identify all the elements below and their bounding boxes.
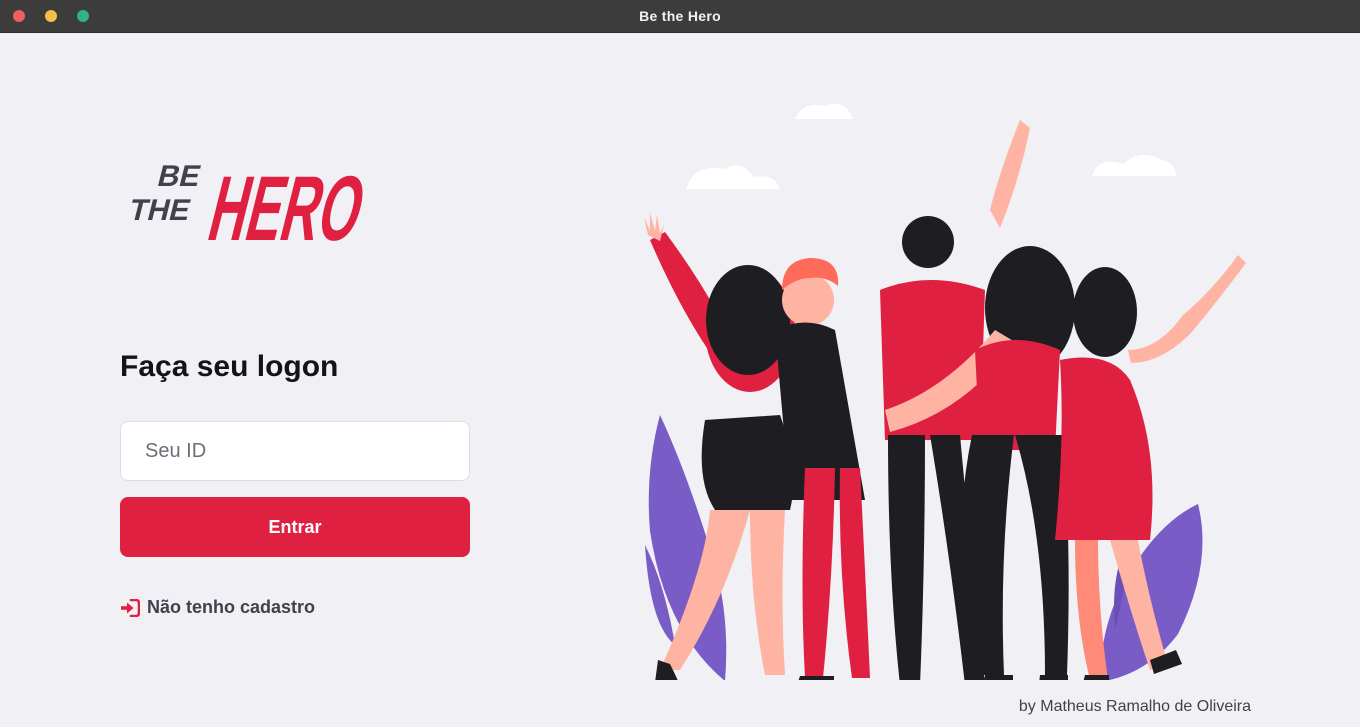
logo-hero-text: HERO [200, 156, 376, 254]
be-the-hero-logo: BE THE HERO [126, 156, 376, 254]
logo-be-text: BE [154, 159, 204, 192]
log-in-icon [120, 598, 140, 617]
page-title: Faça seu logon [120, 350, 339, 383]
register-label: Não tenho cadastro [147, 597, 316, 617]
heroes-group-illustration [644, 103, 1246, 680]
logon-page: BE THE HERO Faça seu logon Entrar Não te… [0, 32, 1360, 727]
author-credit: by Matheus Ramalho de Oliveira [1018, 698, 1251, 715]
register-link[interactable]: Não tenho cadastro [120, 597, 315, 618]
id-input[interactable] [120, 421, 470, 481]
window-title: Be the Hero [639, 8, 721, 24]
window-titlebar: Be the Hero [0, 0, 1360, 33]
cloud-icon [686, 103, 1176, 189]
submit-button[interactable]: Entrar [120, 497, 470, 557]
logo-the-text: THE [126, 193, 194, 226]
